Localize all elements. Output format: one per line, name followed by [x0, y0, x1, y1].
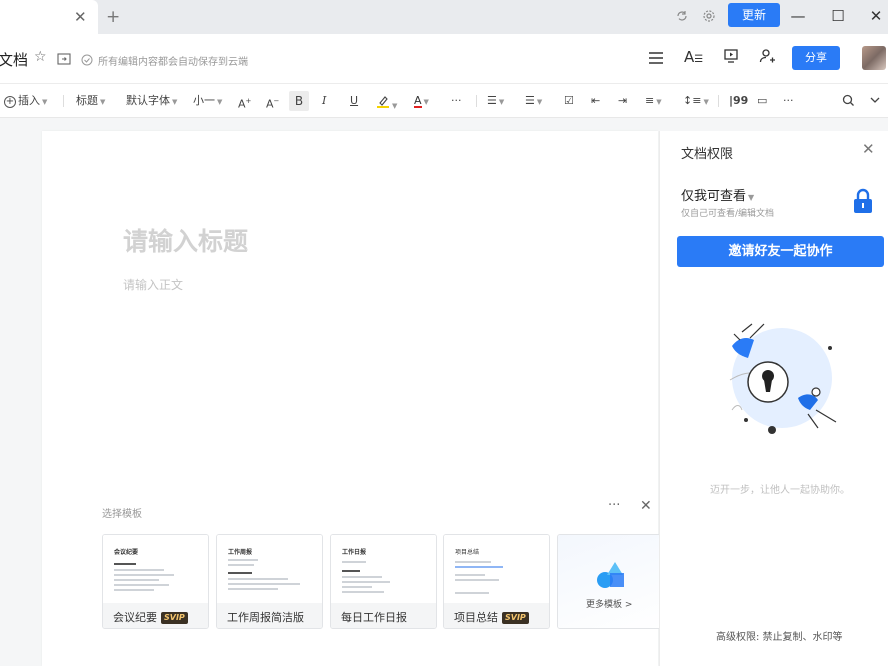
more-format-button[interactable]: ··· [451, 94, 462, 108]
template-picker-label: 选择模板 [102, 509, 142, 520]
template-card-project[interactable]: 项目总结 项目总结 SVIP [443, 534, 550, 629]
template-thumbnail: 会议纪要 [103, 535, 208, 603]
search-icon[interactable] [842, 94, 855, 111]
more-templates-label: 更多模板 > [586, 600, 633, 610]
invite-collaborators-button[interactable]: 邀请好友一起协作 [677, 236, 884, 267]
template-card-weekly[interactable]: 工作周报 工作周报简洁版 [216, 534, 323, 629]
maximize-button[interactable]: ☐ [826, 5, 850, 27]
permission-level-select[interactable]: 仅我可查看 ▼ [681, 185, 754, 204]
permission-level-label: 仅我可查看 [681, 189, 747, 204]
template-name: 会议纪要 [113, 611, 157, 624]
numbered-list-icon[interactable]: ☰ ▼ [525, 94, 542, 109]
outline-menu-icon[interactable] [648, 50, 664, 69]
star-icon[interactable]: ☆ [34, 49, 47, 65]
font-size-select[interactable]: 小一 ▼ [193, 94, 222, 109]
template-thumbnail: 项目总结 [444, 535, 549, 603]
font-size-label: 小一 [193, 94, 215, 107]
template-card-daily[interactable]: 工作日报 每日工作日报 [330, 534, 437, 629]
thumbnail-title: 工作日报 [342, 549, 367, 556]
thumbnail-title: 项目总结 [455, 549, 480, 556]
collaboration-illustration [712, 310, 852, 440]
collapse-toolbar-icon[interactable] [869, 94, 881, 110]
heading-label: 标题 [76, 94, 98, 107]
heading-select[interactable]: 标题 ▼ [76, 94, 105, 109]
divider [476, 95, 477, 107]
bold-button[interactable]: B [289, 91, 309, 111]
more-templates-card[interactable]: 更多模板 > [557, 534, 663, 629]
text-format-icon[interactable]: A☰ [684, 48, 703, 66]
template-more-button[interactable]: ··· [608, 498, 620, 513]
new-tab-icon[interactable]: + [106, 8, 120, 26]
line-spacing-icon[interactable]: ↕≡ ▼ [683, 94, 709, 109]
update-button[interactable]: 更新 [728, 3, 780, 27]
divider [718, 95, 719, 107]
divider [63, 95, 64, 107]
format-toolbar: + 插入 ▼ 标题 ▼ 默认字体 ▼ 小一 ▼ A+ A− B I U ▼ A ▼ ··· … [0, 84, 888, 118]
permissions-title: 文档权限 [681, 147, 734, 162]
body-placeholder[interactable]: 请输入正文 [123, 276, 183, 293]
insert-label: 插入 [18, 94, 40, 107]
settings-icon[interactable] [701, 9, 717, 25]
permissions-slogan: 迈开一步，让他人一起协助你。 [710, 485, 850, 496]
checklist-icon[interactable]: ☑ [564, 94, 574, 108]
presentation-icon[interactable] [723, 48, 739, 68]
template-card-meeting[interactable]: 会议纪要 会议纪要 SVIP [102, 534, 209, 629]
template-name: 每日工作日报 [341, 611, 407, 624]
template-close-button[interactable]: ✕ [640, 498, 652, 514]
decrease-font-icon[interactable]: A− [266, 94, 279, 112]
font-color-icon[interactable]: A ▼ [414, 94, 429, 109]
tab-close-icon[interactable]: ✕ [74, 9, 87, 25]
plus-circle-icon: + [4, 96, 16, 108]
tab-bar: ✕ + 更新 — ☐ ✕ [0, 0, 888, 34]
svip-badge: SVIP [502, 612, 529, 624]
increase-font-icon[interactable]: A+ [238, 94, 251, 112]
document-tab[interactable]: ✕ [0, 0, 98, 34]
move-folder-icon[interactable] [57, 50, 71, 69]
align-icon[interactable]: ≡ ▼ [645, 94, 662, 109]
highlight-icon[interactable]: ▼ [376, 94, 397, 113]
quote-icon[interactable]: |99 [729, 94, 748, 108]
bullet-list-icon[interactable]: ☰ ▼ [487, 94, 504, 109]
thumbnail-title: 工作周报 [228, 549, 253, 556]
autosave-status: 所有编辑内容都会自动保存到云端 [98, 57, 248, 68]
svip-badge: SVIP [161, 612, 188, 624]
close-window-button[interactable]: ✕ [864, 5, 888, 27]
template-thumbnail: 工作周报 [217, 535, 322, 603]
more-toolbar-button[interactable]: ··· [783, 94, 794, 108]
font-select[interactable]: 默认字体 ▼ [126, 94, 177, 109]
thumbnail-title: 会议纪要 [114, 549, 139, 556]
comment-icon[interactable]: ▭ [757, 94, 767, 108]
share-button[interactable]: 分享 [792, 46, 840, 70]
template-name: 项目总结 [454, 611, 498, 624]
permissions-close-button[interactable]: ✕ [862, 140, 875, 158]
advanced-permissions-link[interactable]: 高级权限: 禁止复制、水印等 [716, 628, 843, 643]
underline-button[interactable]: U [350, 94, 358, 108]
doc-title[interactable]: 文档 [0, 49, 28, 70]
template-thumbnail: 工作日报 [331, 535, 436, 603]
add-collaborator-icon[interactable] [759, 48, 777, 68]
avatar[interactable] [862, 46, 886, 70]
minimize-button[interactable]: — [786, 5, 810, 27]
saved-check-icon [81, 51, 93, 70]
title-placeholder[interactable]: 请输入标题 [123, 222, 248, 258]
insert-menu[interactable]: + 插入 ▼ [4, 94, 47, 109]
template-name: 工作周报简洁版 [227, 611, 304, 624]
font-label: 默认字体 [126, 94, 170, 107]
permission-level-desc: 仅自己可查看/编辑文档 [681, 209, 775, 219]
indent-decrease-icon[interactable]: ⇤ [591, 94, 600, 108]
shapes-icon [596, 559, 626, 593]
indent-increase-icon[interactable]: ⇥ [618, 94, 627, 108]
italic-button[interactable]: I [322, 94, 326, 108]
sync-icon[interactable] [674, 9, 690, 25]
lock-icon [852, 188, 874, 214]
